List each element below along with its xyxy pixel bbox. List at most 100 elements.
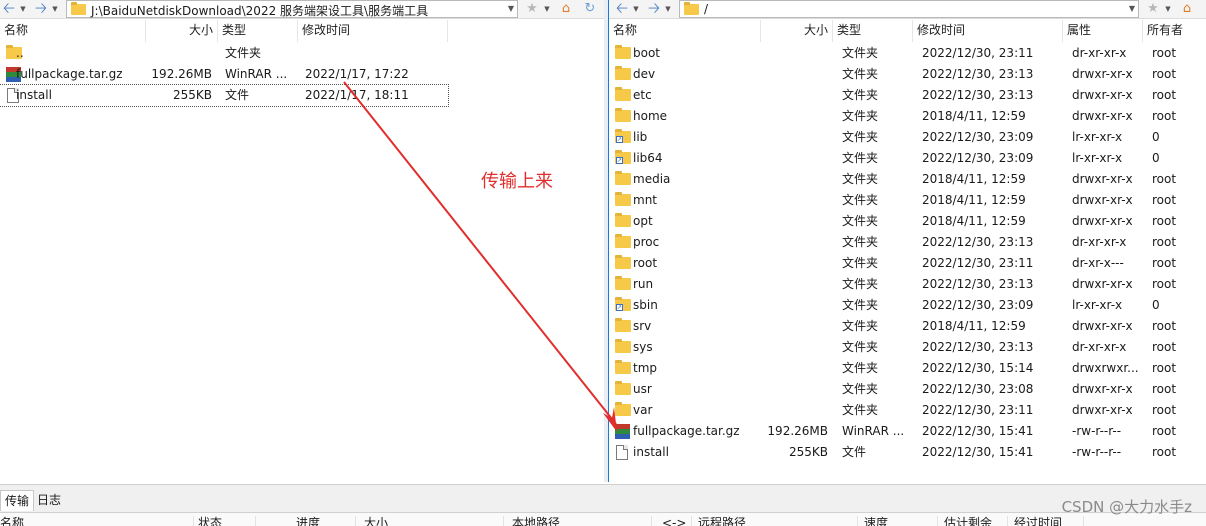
chevron-down-icon[interactable]: ▼ — [1163, 2, 1173, 16]
file-row[interactable]: mnt 文件夹 2018/4/11, 12:59 drwxr-xr-x root — [609, 190, 1206, 211]
file-size — [761, 253, 828, 274]
home-icon[interactable]: ⌂ — [1179, 1, 1195, 17]
file-mtime: 2022/12/30, 23:09 — [922, 298, 1034, 312]
chevron-down-icon[interactable]: ▼ — [663, 2, 673, 16]
file-mtime: 2022/12/30, 23:11 — [922, 403, 1034, 417]
file-row[interactable]: var 文件夹 2022/12/30, 23:11 drwxr-xr-x root — [609, 400, 1206, 421]
local-path: J:\BaiduNetdiskDownload\2022 服务端架设工具\服务端… — [91, 4, 429, 18]
arrow-right-icon[interactable]: 🡢 — [645, 0, 663, 19]
file-row[interactable]: media 文件夹 2018/4/11, 12:59 drwxr-xr-x root — [609, 169, 1206, 190]
file-mtime: 2022/12/30, 15:41 — [922, 445, 1034, 459]
file-row[interactable]: fullpackage.tar.gz 192.26MB WinRAR ... 2022… — [0, 64, 448, 85]
chevron-down-icon[interactable]: ▼ — [1129, 4, 1135, 13]
queue-column-elapsed[interactable]: 经过时间 — [1014, 516, 1084, 526]
chevron-down-icon[interactable]: ▼ — [508, 4, 514, 13]
column-owner[interactable]: 所有者 — [1143, 20, 1206, 42]
file-row[interactable]: dev 文件夹 2022/12/30, 23:13 drwxr-xr-x root — [609, 64, 1206, 85]
folder-icon — [615, 213, 631, 227]
file-row[interactable]: .. 文件夹 — [0, 43, 448, 64]
file-name: etc — [633, 88, 652, 102]
folder-icon — [615, 66, 631, 80]
column-mtime[interactable]: 修改时间 — [913, 20, 1063, 42]
file-owner: root — [1152, 277, 1177, 291]
file-owner: root — [1152, 256, 1177, 270]
file-row[interactable]: tmp 文件夹 2022/12/30, 15:14 drwxrwxr... root — [609, 358, 1206, 379]
file-row[interactable]: ↗ sbin 文件夹 2022/12/30, 23:09 lr-xr-xr-x 0 — [609, 295, 1206, 316]
file-row[interactable]: sys 文件夹 2022/12/30, 23:13 dr-xr-xr-x root — [609, 337, 1206, 358]
file-size — [761, 358, 828, 379]
queue-column-eta[interactable]: 估计剩余 — [944, 516, 1008, 526]
file-name: install — [16, 88, 52, 102]
file-mtime: 2018/4/11, 12:59 — [922, 319, 1026, 333]
arrow-right-icon[interactable]: 🡢 — [32, 0, 50, 19]
file-size — [761, 43, 828, 64]
chevron-down-icon[interactable]: ▼ — [542, 2, 552, 16]
file-owner: root — [1152, 67, 1177, 81]
queue-column-progress[interactable]: 进度 — [296, 516, 356, 526]
column-type[interactable]: 类型 — [833, 20, 913, 42]
file-icon — [616, 445, 628, 460]
queue-column-speed[interactable]: 速度 — [864, 516, 938, 526]
star-icon[interactable]: ★ — [524, 1, 540, 17]
file-row[interactable]: boot 文件夹 2022/12/30, 23:11 dr-xr-xr-x root — [609, 43, 1206, 64]
file-type: WinRAR ... — [225, 67, 288, 81]
chevron-down-icon[interactable]: ▼ — [18, 2, 28, 16]
transfer-queue-header: 名称 状态 进度 大小 本地路径 <-> 远程路径 速度 估计剩余 经过时间 — [0, 512, 1206, 526]
file-row[interactable]: run 文件夹 2022/12/30, 23:13 drwxr-xr-x root — [609, 274, 1206, 295]
local-address-bar[interactable]: J:\BaiduNetdiskDownload\2022 服务端架设工具\服务端… — [66, 0, 518, 18]
tab-transfer[interactable]: 传输 — [0, 490, 35, 511]
column-name[interactable]: 名称 — [609, 20, 761, 42]
file-size: 192.26MB — [767, 424, 828, 438]
arrow-left-icon[interactable]: 🡠 — [0, 0, 18, 19]
file-owner: root — [1152, 445, 1177, 459]
queue-column-size[interactable]: 大小 — [364, 516, 504, 526]
file-type: 文件夹 — [842, 88, 879, 102]
file-name: sbin — [633, 298, 658, 312]
file-attributes: drwxr-xr-x — [1072, 109, 1133, 123]
file-row[interactable]: root 文件夹 2022/12/30, 23:11 dr-xr-x--- root — [609, 253, 1206, 274]
file-row[interactable]: install 255KB 文件 2022/12/30, 15:41 -rw-r--r-… — [609, 442, 1206, 463]
file-mtime: 2022/12/30, 23:13 — [922, 67, 1034, 81]
folder-icon — [615, 255, 631, 269]
column-size[interactable]: 大小 — [146, 20, 218, 42]
remote-address-bar[interactable]: / ▼ — [679, 0, 1139, 18]
queue-column-status[interactable]: 状态 — [198, 516, 256, 526]
refresh-icon[interactable]: ↻ — [582, 1, 598, 17]
column-name[interactable]: 名称 — [0, 20, 146, 42]
file-row[interactable]: opt 文件夹 2018/4/11, 12:59 drwxr-xr-x root — [609, 211, 1206, 232]
chevron-down-icon[interactable]: ▼ — [631, 2, 641, 16]
tab-log[interactable]: 日志 — [33, 490, 65, 511]
file-row[interactable]: etc 文件夹 2022/12/30, 23:13 drwxr-xr-x root — [609, 85, 1206, 106]
remote-path: / — [704, 2, 709, 16]
file-owner: root — [1152, 382, 1177, 396]
home-icon[interactable]: ⌂ — [558, 1, 574, 17]
queue-column-name[interactable]: 名称 — [0, 516, 194, 526]
file-row[interactable]: proc 文件夹 2022/12/30, 23:13 dr-xr-xr-x root — [609, 232, 1206, 253]
file-row[interactable]: ↗ lib64 文件夹 2022/12/30, 23:09 lr-xr-xr-x 0 — [609, 148, 1206, 169]
file-row[interactable]: fullpackage.tar.gz 192.26MB WinRAR ... 2022… — [609, 421, 1206, 442]
remote-nav-bar: 🡠 ▼ 🡢 ▼ / ▼ ★ ▼ ⌂ — [609, 0, 1206, 19]
file-row[interactable]: usr 文件夹 2022/12/30, 23:08 drwxr-xr-x root — [609, 379, 1206, 400]
folder-icon — [615, 402, 631, 416]
file-type: 文件 — [225, 88, 250, 102]
column-size[interactable]: 大小 — [761, 20, 833, 42]
file-mtime: 2018/4/11, 12:59 — [922, 172, 1026, 186]
queue-column-local-path[interactable]: 本地路径 — [512, 516, 652, 526]
file-row[interactable]: install 255KB 文件 2022/1/17, 18:11 — [0, 84, 449, 107]
queue-column-direction[interactable]: <-> — [662, 516, 692, 526]
file-row[interactable]: ↗ lib 文件夹 2022/12/30, 23:09 lr-xr-xr-x 0 — [609, 127, 1206, 148]
file-mtime: 2022/12/30, 23:13 — [922, 235, 1034, 249]
file-type: WinRAR ... — [842, 424, 905, 438]
file-attributes: dr-xr-xr-x — [1072, 340, 1127, 354]
file-size — [761, 379, 828, 400]
arrow-left-icon[interactable]: 🡠 — [613, 0, 631, 19]
column-attributes[interactable]: 属性 — [1063, 20, 1143, 42]
column-mtime[interactable]: 修改时间 — [298, 20, 448, 42]
star-icon[interactable]: ★ — [1145, 1, 1161, 17]
column-type[interactable]: 类型 — [218, 20, 298, 42]
queue-column-remote-path[interactable]: 远程路径 — [698, 516, 858, 526]
file-row[interactable]: srv 文件夹 2018/4/11, 12:59 drwxr-xr-x root — [609, 316, 1206, 337]
folder-icon — [615, 108, 631, 122]
chevron-down-icon[interactable]: ▼ — [50, 2, 60, 16]
file-row[interactable]: home 文件夹 2018/4/11, 12:59 drwxr-xr-x root — [609, 106, 1206, 127]
